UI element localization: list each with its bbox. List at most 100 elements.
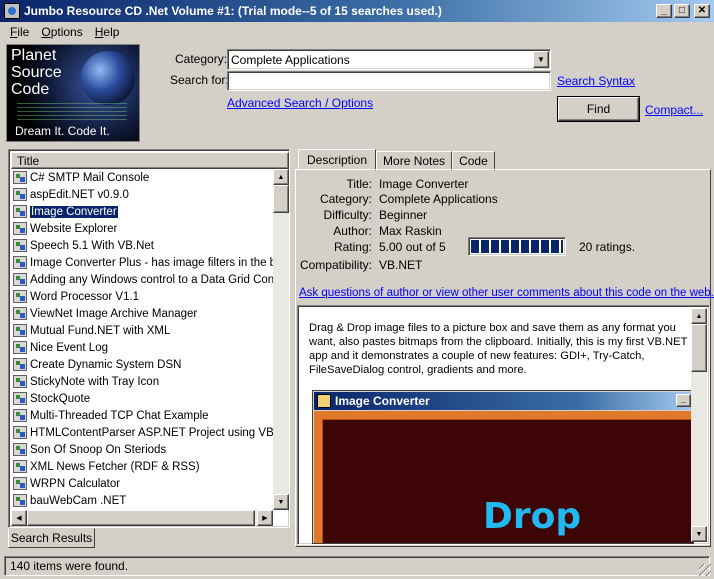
author-field-value: Max Raskin	[379, 224, 442, 238]
list-item-title: StickyNote with Tray Icon	[30, 375, 160, 388]
list-item-title: Nice Event Log	[30, 341, 108, 354]
menu-bar: File Options Help	[0, 22, 714, 42]
search-syntax-link[interactable]: Search Syntax	[557, 74, 635, 88]
list-item[interactable]: Image Converter Plus - has image filters…	[11, 254, 273, 271]
tab-description[interactable]: Description	[298, 149, 377, 171]
title-column-header[interactable]: Title	[11, 152, 289, 169]
list-item[interactable]: XML News Fetcher (RDF & RSS)	[11, 458, 273, 475]
scroll-down-arrow-icon[interactable]: ▼	[273, 494, 289, 510]
description-frame[interactable]: Drag & Drop image files to a picture box…	[297, 305, 710, 545]
tab-code[interactable]: Code	[452, 151, 495, 171]
project-icon	[13, 171, 27, 184]
results-list[interactable]: Title C# SMTP Mail Console aspEdit.NET v0…	[8, 149, 290, 528]
project-icon	[13, 188, 27, 201]
scroll-down-arrow-icon[interactable]: ▼	[691, 526, 707, 542]
minimize-button[interactable]: _	[656, 4, 672, 18]
project-icon	[13, 409, 27, 422]
menu-help[interactable]: Help	[89, 25, 126, 39]
list-item[interactable]: ViewNet Image Archive Manager	[11, 305, 273, 322]
list-item-title: Word Processor V1.1	[30, 290, 140, 303]
list-item[interactable]: WRPN Calculator	[11, 475, 273, 492]
list-item[interactable]: Website Explorer	[11, 220, 273, 237]
list-item[interactable]: aspEdit.NET v0.9.0	[11, 186, 273, 203]
results-vertical-scrollbar[interactable]: ▲ ▼	[273, 169, 289, 510]
scroll-thumb[interactable]	[691, 324, 707, 372]
status-bar: 140 items were found.	[4, 556, 710, 576]
scroll-left-arrow-icon[interactable]: ◀	[11, 510, 27, 526]
list-item[interactable]: Son Of Snoop On Steriods	[11, 441, 273, 458]
list-item[interactable]: Create Dynamic System DSN	[11, 356, 273, 373]
project-icon	[13, 307, 27, 320]
list-item[interactable]: Speech 5.1 With VB.Net	[11, 237, 273, 254]
project-icon	[13, 324, 27, 337]
menu-options[interactable]: Options	[35, 25, 88, 39]
list-item[interactable]: bauWebCam .NET	[11, 492, 273, 509]
list-item[interactable]: C# SMTP Mail Console	[11, 169, 273, 186]
scroll-up-arrow-icon[interactable]: ▲	[691, 308, 707, 324]
category-select[interactable]: Complete Applications ▼	[227, 49, 551, 70]
list-item-title: HTMLContentParser ASP.NET Project using …	[30, 426, 273, 439]
list-item-title: Mutual Fund.NET with XML	[30, 324, 171, 337]
compatibility-field-label: Compatibility:	[299, 258, 372, 272]
title-bar[interactable]: Jumbo Resource CD .Net Volume #1: (Trial…	[0, 0, 714, 22]
list-item-title: Website Explorer	[30, 222, 118, 235]
scroll-thumb[interactable]	[273, 185, 289, 213]
results-horizontal-scrollbar[interactable]: ◀ ▶	[11, 510, 273, 526]
compact-link[interactable]: Compact...	[645, 103, 703, 117]
screenshot-window-title: Image Converter	[335, 394, 430, 408]
results-list-body[interactable]: C# SMTP Mail Console aspEdit.NET v0.9.0 Im…	[11, 169, 273, 510]
rating-fill	[471, 240, 563, 253]
scroll-right-arrow-icon[interactable]: ▶	[257, 510, 273, 526]
project-icon	[13, 239, 27, 252]
project-icon	[13, 341, 27, 354]
project-icon	[13, 460, 27, 473]
project-icon	[13, 392, 27, 405]
list-item-title: StockQuote	[30, 392, 91, 405]
difficulty-field-label: Difficulty:	[323, 208, 372, 222]
ask-author-link[interactable]: Ask questions of author or view other us…	[299, 287, 714, 299]
list-item-title: Create Dynamic System DSN	[30, 358, 182, 371]
close-button[interactable]: ✕	[694, 4, 710, 18]
tab-more-notes[interactable]: More Notes	[376, 151, 453, 171]
find-button[interactable]: Find	[557, 96, 640, 122]
list-item[interactable]: Word Processor V1.1	[11, 288, 273, 305]
tab-search-results[interactable]: Search Results	[8, 528, 95, 548]
list-item-title: ViewNet Image Archive Manager	[30, 307, 198, 320]
resize-grip-icon[interactable]	[699, 564, 711, 576]
project-icon	[13, 205, 27, 218]
list-item[interactable]: Image Converter	[11, 203, 273, 220]
list-item[interactable]: HTMLContentParser ASP.NET Project using …	[11, 424, 273, 441]
screenshot-body: Drop	[314, 411, 693, 543]
chevron-down-icon[interactable]: ▼	[533, 51, 549, 68]
list-item-title: Adding any Windows control to a Data Gri…	[30, 273, 273, 286]
list-item-title: Image Converter Plus - has image filters…	[30, 256, 273, 269]
list-item[interactable]: StickyNote with Tray Icon	[11, 373, 273, 390]
maximize-button[interactable]: □	[674, 4, 690, 18]
status-text: 140 items were found.	[10, 559, 129, 573]
description-text: Drag & Drop image files to a picture box…	[309, 322, 688, 376]
search-input[interactable]	[227, 71, 551, 91]
scroll-up-arrow-icon[interactable]: ▲	[273, 169, 289, 185]
category-field-label: Category:	[319, 192, 372, 206]
list-item[interactable]: Nice Event Log	[11, 339, 273, 356]
description-vertical-scrollbar[interactable]: ▲ ▼	[691, 308, 707, 542]
difficulty-field-value: Beginner	[379, 208, 428, 222]
list-item[interactable]: Adding any Windows control to a Data Gri…	[11, 271, 273, 288]
rating-field-label: Rating:	[333, 240, 372, 254]
logo-code-decoration	[17, 103, 127, 123]
list-item[interactable]: StockQuote	[11, 390, 273, 407]
app-icon[interactable]	[4, 3, 20, 19]
advanced-search-link[interactable]: Advanced Search / Options	[227, 96, 373, 110]
search-for-label: Search for:	[170, 73, 229, 87]
list-item[interactable]: Multi-Threaded TCP Chat Example	[11, 407, 273, 424]
list-item-title: XML News Fetcher (RDF & RSS)	[30, 460, 200, 473]
project-icon	[13, 256, 27, 269]
scroll-thumb[interactable]	[27, 510, 255, 526]
screenshot-preview: Image Converter _ Drop	[312, 390, 694, 544]
screenshot-title-bar: Image Converter _	[314, 392, 693, 410]
menu-file[interactable]: File	[4, 25, 35, 39]
list-item[interactable]: Mutual Fund.NET with XML	[11, 322, 273, 339]
category-label: Category:	[175, 52, 228, 66]
logo-line: Source	[11, 64, 62, 81]
title-field-value: Image Converter	[379, 177, 469, 191]
